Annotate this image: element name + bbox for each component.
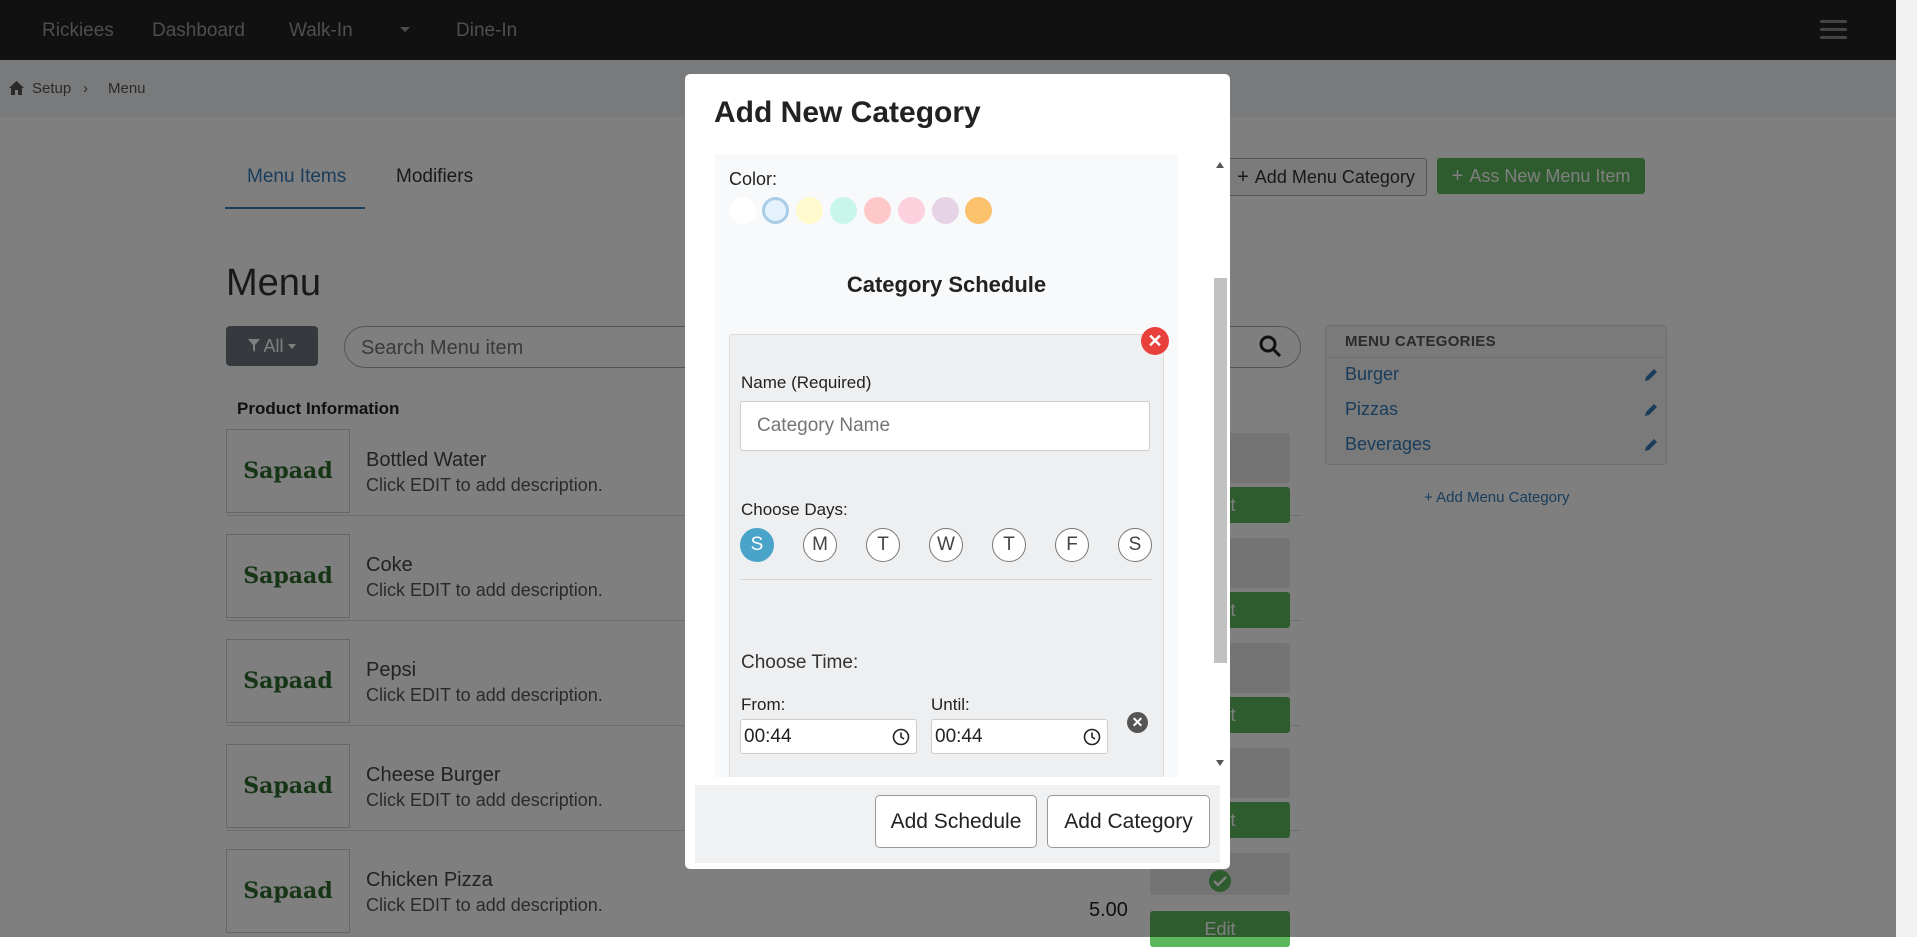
color-swatch-orange[interactable] <box>965 197 992 224</box>
clock-icon[interactable] <box>1083 728 1101 746</box>
modal-scrollbar-thumb[interactable] <box>1214 278 1227 663</box>
until-time-input[interactable]: 00:44 <box>931 719 1108 754</box>
modal-footer: Add Schedule Add Category <box>695 785 1220 863</box>
add-category-modal: Add New Category Color: Category Schedul… <box>685 74 1230 869</box>
modal-body: Color: Category Schedule ✕ Name (Require… <box>715 154 1178 777</box>
add-schedule-button[interactable]: Add Schedule <box>875 795 1037 848</box>
color-swatch-mint[interactable] <box>830 197 857 224</box>
day-toggle-saturday[interactable]: S <box>1118 528 1152 562</box>
color-swatch-yellow[interactable] <box>796 197 823 224</box>
from-time-input[interactable]: 00:44 <box>740 719 917 754</box>
color-label: Color: <box>729 169 778 189</box>
from-label: From: <box>741 695 786 714</box>
day-toggle-tuesday[interactable]: T <box>866 528 900 562</box>
remove-schedule-icon[interactable]: ✕ <box>1141 327 1169 355</box>
until-time-value: 00:44 <box>935 726 983 747</box>
name-label: Name (Required) <box>741 373 872 392</box>
color-swatch-pink[interactable] <box>898 197 925 224</box>
day-toggle-monday[interactable]: M <box>803 528 837 562</box>
remove-time-icon[interactable]: ✕ <box>1127 712 1148 733</box>
scroll-up-arrow-icon[interactable] <box>1216 162 1224 168</box>
schedule-card: ✕ Name (Required) Choose Days: S M T W T… <box>729 327 1169 777</box>
until-label: Until: <box>931 695 970 714</box>
color-swatch-white[interactable] <box>729 197 756 224</box>
day-toggle-thursday[interactable]: T <box>992 528 1026 562</box>
color-swatch-lavender[interactable] <box>932 197 959 224</box>
divider <box>740 579 1152 580</box>
clock-icon[interactable] <box>892 728 910 746</box>
modal-title: Add New Category <box>714 96 981 129</box>
category-schedule-title: Category Schedule <box>846 272 1047 297</box>
from-time-value: 00:44 <box>744 726 792 747</box>
choose-time-label: Choose Time: <box>741 652 859 673</box>
day-toggle-sunday[interactable]: S <box>740 528 774 562</box>
choose-days-label: Choose Days: <box>741 500 848 519</box>
page-scrollbar[interactable] <box>1896 0 1917 937</box>
day-toggle-friday[interactable]: F <box>1055 528 1089 562</box>
scroll-down-arrow-icon[interactable] <box>1216 760 1224 766</box>
color-swatch-red[interactable] <box>864 197 891 224</box>
category-name-input[interactable] <box>740 401 1150 451</box>
color-swatch-light-blue[interactable] <box>762 197 789 224</box>
modal-scrollbar[interactable] <box>1210 158 1227 772</box>
day-toggle-wednesday[interactable]: W <box>929 528 963 562</box>
add-category-button[interactable]: Add Category <box>1047 795 1210 848</box>
